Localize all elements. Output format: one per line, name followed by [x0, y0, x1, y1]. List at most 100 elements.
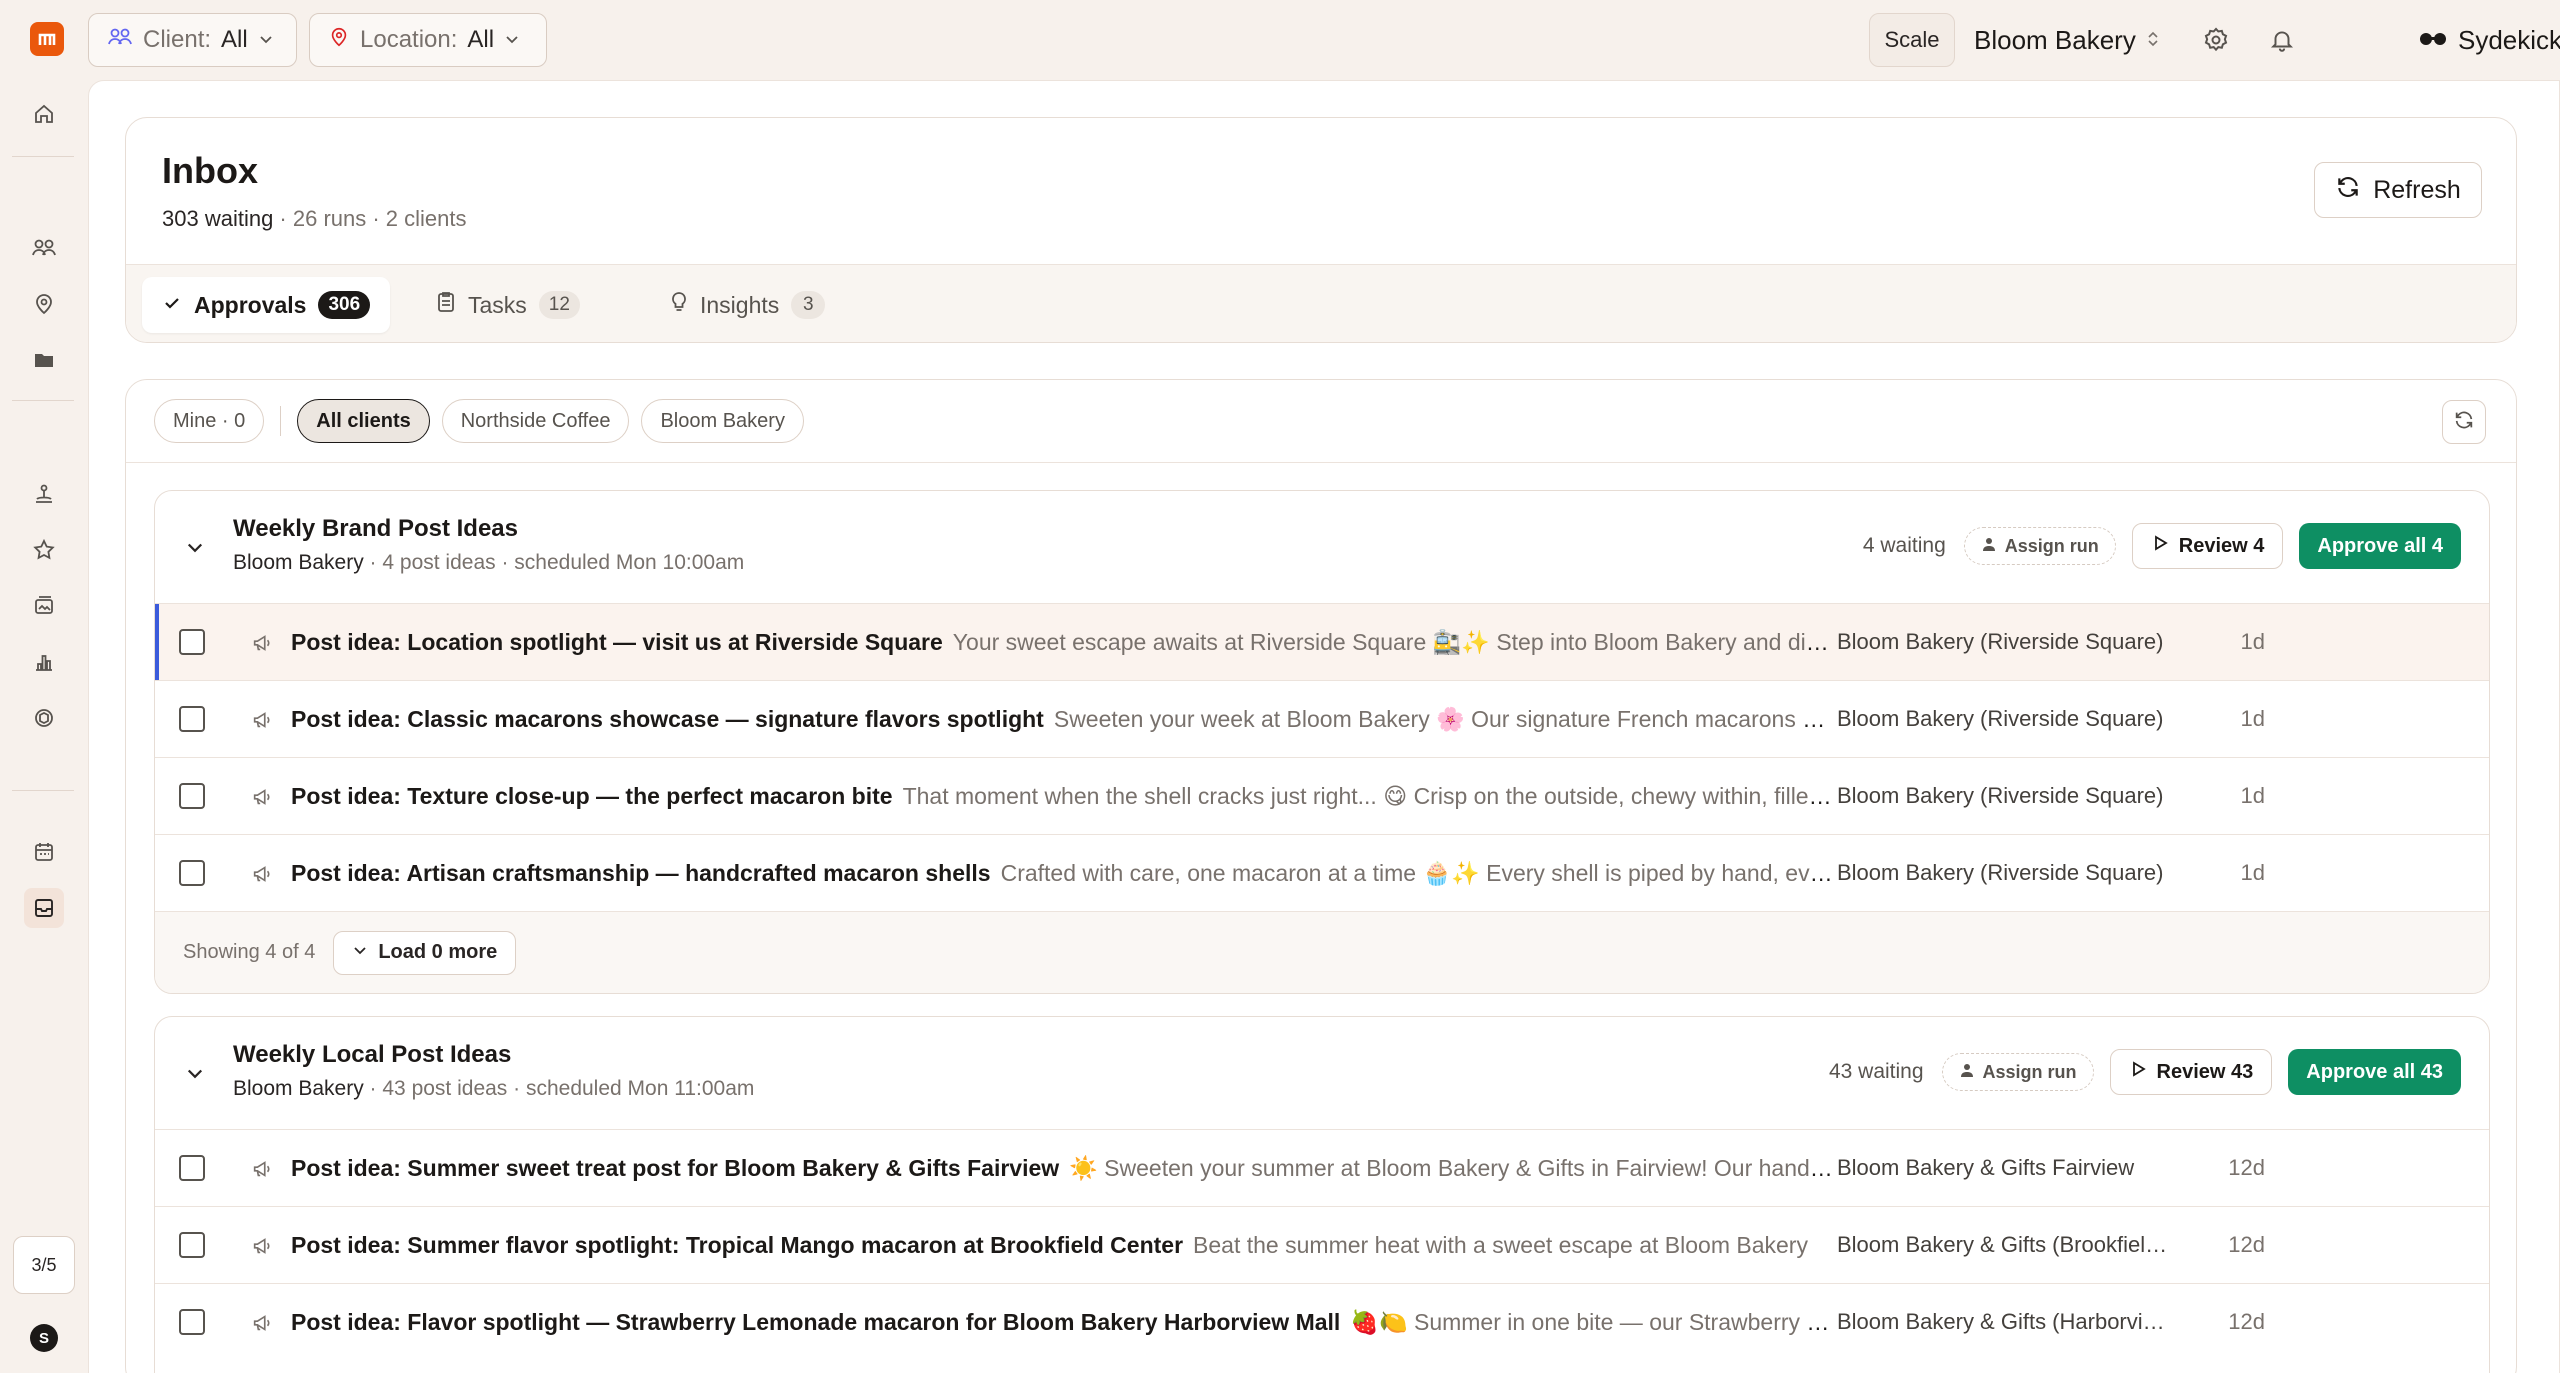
user-menu[interactable]: Sydekick S: [2418, 13, 2560, 67]
inbox-summary: 303 waiting · 26 runs · 2 clients: [162, 206, 467, 232]
group-actions: 43 waiting Assign run Review 43 Approve: [1829, 1049, 2461, 1095]
table-row[interactable]: Post idea: Location spotlight — visit us…: [155, 603, 2489, 680]
gallery-icon[interactable]: [24, 586, 64, 626]
table-row[interactable]: Post idea: Texture close-up — the perfec…: [155, 757, 2489, 834]
folder-icon[interactable]: [24, 340, 64, 380]
row-checkbox[interactable]: [179, 1155, 205, 1181]
showing-count: Showing 4 of 4: [183, 941, 316, 963]
chevron-down-icon: [352, 941, 368, 964]
row-checkbox[interactable]: [179, 629, 205, 655]
inbox-icon[interactable]: [24, 888, 64, 928]
row-age: 1d: [2240, 783, 2265, 808]
home-icon[interactable]: [24, 94, 64, 134]
lightbulb-icon: [670, 290, 688, 320]
table-row[interactable]: Post idea: Summer flavor spotlight: Trop…: [155, 1206, 2489, 1283]
divider: [126, 462, 2516, 463]
workspace-switcher[interactable]: Bloom Bakery: [1974, 13, 2160, 67]
load-more-button[interactable]: Load 0 more: [333, 930, 517, 975]
row-title: Post idea: Location spotlight — visit us…: [291, 628, 943, 655]
row-checkbox[interactable]: [179, 1232, 205, 1258]
app-logo[interactable]: [30, 22, 64, 56]
inbox-meta: · 26 runs · 2 clients: [273, 206, 467, 231]
location-pin-icon[interactable]: [24, 284, 64, 324]
row-title: Post idea: Artisan craftsmanship — handc…: [291, 859, 991, 886]
row-checkbox[interactable]: [179, 783, 205, 809]
table-row[interactable]: Post idea: Summer sweet treat post for B…: [155, 1129, 2489, 1206]
row-client: Bloom Bakery (Riverside Square): [1837, 860, 2164, 885]
client-filter[interactable]: Client: All: [88, 13, 297, 67]
play-icon: [2151, 534, 2169, 558]
avatar[interactable]: S: [30, 1324, 58, 1352]
chevron-down-icon: [258, 26, 274, 54]
chevron-down-icon[interactable]: [181, 1059, 209, 1087]
tab-insights[interactable]: Insights 3: [650, 277, 845, 333]
refresh-button[interactable]: Refresh: [2314, 162, 2482, 218]
sidebar: 3/5 S: [0, 0, 88, 1373]
client-filter-label: Client:: [143, 26, 212, 53]
main-panel: Inbox 303 waiting · 26 runs · 2 clients …: [88, 80, 2560, 1373]
tab-label: Tasks: [468, 291, 527, 318]
client-filter-value: All: [221, 26, 248, 53]
tab-label: Approvals: [194, 291, 307, 318]
row-client: Bloom Bakery & Gifts (Brookfield Center): [1837, 1232, 2173, 1257]
row-preview: Crafted with care, one macaron at a time…: [1000, 859, 1833, 886]
tab-label: Insights: [700, 291, 780, 318]
approve-all-button[interactable]: Approve all 4: [2299, 523, 2461, 569]
approve-all-button[interactable]: Approve all 43: [2288, 1049, 2461, 1095]
users-icon[interactable]: [24, 228, 64, 268]
gear-icon[interactable]: [2196, 20, 2236, 60]
star-icon[interactable]: [24, 530, 64, 570]
run-group: Weekly Local Post Ideas Bloom Bakery · 4…: [154, 1016, 2490, 1373]
clipboard-icon: [436, 291, 456, 319]
row-checkbox[interactable]: [179, 860, 205, 886]
group-subtitle: Bloom Bakery · 4 post ideas · scheduled …: [233, 551, 744, 575]
chip-all-clients[interactable]: All clients: [297, 399, 430, 443]
page-indicator[interactable]: 3/5: [13, 1236, 75, 1294]
chevron-down-icon[interactable]: [181, 533, 209, 561]
table-row[interactable]: Post idea: Flavor spotlight — Strawberry…: [155, 1283, 2489, 1360]
user-icon: [1981, 536, 1997, 557]
table-row[interactable]: Post idea: Artisan craftsmanship — handc…: [155, 834, 2489, 911]
chip-northside-coffee[interactable]: Northside Coffee: [441, 399, 630, 443]
group-meta: · 4 post ideas · scheduled Mon 10:00am: [363, 551, 745, 574]
chip-divider: [280, 406, 282, 436]
row-checkbox[interactable]: [179, 706, 205, 732]
sync-button[interactable]: [2442, 400, 2486, 444]
row-client: Bloom Bakery & Gifts (Harborview Mall): [1837, 1309, 2173, 1334]
tab-tasks[interactable]: Tasks 12: [416, 277, 600, 333]
row-text: Post idea: Summer flavor spotlight: Trop…: [291, 1232, 1833, 1259]
group-client: Bloom Bakery: [233, 551, 364, 574]
row-text: Post idea: Summer sweet treat post for B…: [291, 1155, 1833, 1182]
row-checkbox[interactable]: [179, 1309, 205, 1335]
tab-count: 3: [791, 291, 826, 319]
waiting-count: 303 waiting: [162, 206, 274, 231]
row-age: 12d: [2228, 1232, 2265, 1257]
user-name: Sydekick: [2458, 24, 2560, 55]
assign-run-label: Assign run: [2004, 535, 2099, 556]
group-waiting: 43 waiting: [1828, 1060, 1924, 1083]
calendar-icon[interactable]: [24, 832, 64, 872]
row-preview: ☀️ Sweeten your summer at Bloom Bakery &…: [1069, 1154, 1833, 1181]
bell-icon[interactable]: [2262, 20, 2302, 60]
review-button[interactable]: Review 4: [2131, 523, 2284, 569]
assign-run-button[interactable]: Assign run: [1941, 1053, 2094, 1091]
compass-icon[interactable]: [24, 474, 64, 514]
bar-chart-icon[interactable]: [24, 642, 64, 682]
tab-count: 306: [318, 291, 371, 319]
assign-run-button[interactable]: Assign run: [1963, 527, 2116, 565]
openai-icon[interactable]: [24, 698, 64, 738]
group-header: Weekly Brand Post Ideas Bloom Bakery · 4…: [155, 491, 2489, 603]
page-title: Inbox: [162, 150, 258, 191]
tab-approvals[interactable]: Approvals 306: [142, 277, 391, 333]
scale-button[interactable]: Scale: [1869, 13, 1955, 67]
group-title: Weekly Brand Post Ideas: [233, 515, 518, 542]
chip-mine[interactable]: Mine · 0: [154, 399, 265, 443]
row-title: Post idea: Classic macarons showcase — s…: [291, 705, 1044, 732]
table-row[interactable]: Post idea: Classic macarons showcase — s…: [155, 680, 2489, 757]
row-text: Post idea: Classic macarons showcase — s…: [291, 706, 1833, 733]
row-preview: Beat the summer heat with a sweet escape…: [1193, 1231, 1808, 1258]
review-button[interactable]: Review 43: [2109, 1049, 2273, 1095]
row-age: 1d: [2240, 860, 2265, 885]
chip-bloom-bakery[interactable]: Bloom Bakery: [641, 399, 804, 443]
location-filter[interactable]: Location: All: [309, 13, 547, 67]
